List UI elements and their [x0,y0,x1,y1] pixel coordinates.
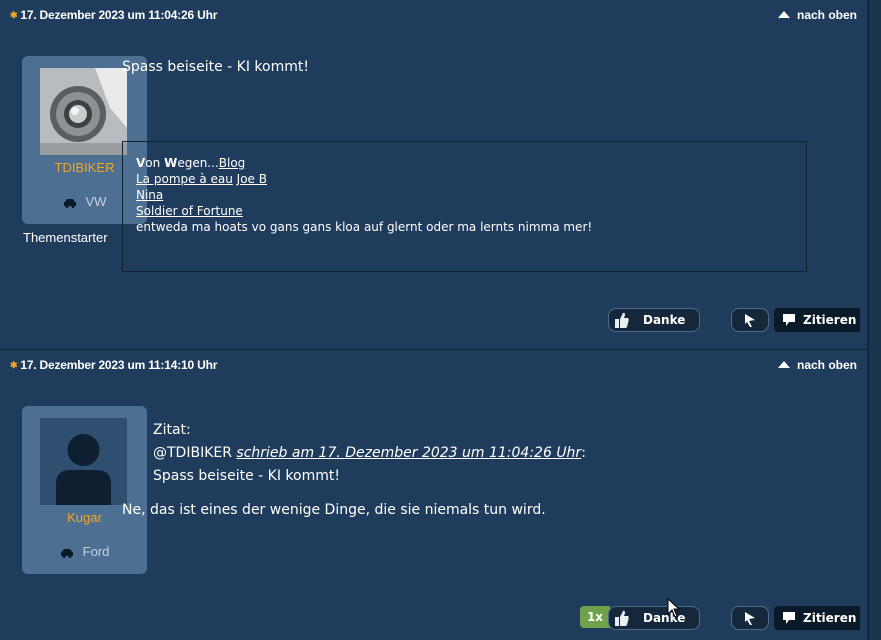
car-info: Ford [22,544,147,559]
quote-attribution: @TDIBIKER schrieb am 17. Dezember 2023 u… [153,445,586,461]
post-message: Spass beiseite - KI kommt! [122,59,309,75]
danke-button[interactable]: Danke [608,606,700,630]
post-date: ✱ 17. Dezember 2023 um 11:04:26 Uhr [10,8,218,22]
post-message: Ne, das ist eines der wenige Dinge, die … [122,502,546,518]
thread-starter-label: Themenstarter [23,230,108,245]
arrow-up-icon [777,361,790,368]
signature-line: Von Wegen...Blog [136,156,246,170]
signature-link[interactable]: Blog [219,156,246,170]
speech-bubble-icon [783,612,795,624]
car-icon [63,198,76,208]
star-icon: ✱ [10,10,18,20]
back-to-top-link[interactable]: nach oben [777,358,857,372]
signature-text: entweda ma hoats vo gans gans kloa auf g… [136,220,593,234]
post-date: ✱ 17. Dezember 2023 um 11:14:10 Uhr [10,358,218,372]
mention-link[interactable]: @TDIBIKER [153,445,232,461]
thumbs-up-icon [615,610,629,626]
user-card: Kugar Ford [22,406,147,574]
avatar[interactable] [40,68,127,155]
signature-link[interactable]: Joe B [237,172,267,186]
speech-bubble-icon [783,314,795,326]
signature-line: La pompe à eau Joe B [136,172,267,186]
scrollbar[interactable] [867,0,881,640]
car-icon [60,548,73,558]
signature: Von Wegen...Blog La pompe à eau Joe B Ni… [122,141,807,272]
quote-label: Zitat: [153,422,191,438]
mouse-cursor-icon [667,598,681,618]
thanks-count-badge: 1x [580,606,610,628]
arrow-up-icon [777,11,790,18]
post: ✱ 17. Dezember 2023 um 11:14:10 Uhr nach … [0,350,869,640]
avatar[interactable] [40,418,127,505]
quote-button[interactable]: Zitieren [774,308,860,332]
post: ✱ 17. Dezember 2023 um 11:04:26 Uhr nach … [0,0,869,349]
back-to-top-link[interactable]: nach oben [777,8,857,22]
report-button[interactable] [731,606,769,630]
signature-link[interactable]: La pompe à eau [136,172,233,186]
quote-button[interactable]: Zitieren [774,606,860,630]
danke-button[interactable]: Danke [608,308,700,332]
signature-link[interactable]: Soldier of Fortune [136,204,243,218]
quote-source-link[interactable]: schrieb am 17. Dezember 2023 um 11:04:26… [236,445,581,461]
quoted-text: Spass beiseite - KI kommt! [153,468,340,484]
flag-icon [745,612,755,625]
flag-icon [745,314,755,327]
star-icon: ✱ [10,360,18,370]
report-button[interactable] [731,308,769,332]
thumbs-up-icon [615,312,629,328]
signature-link[interactable]: Nina [136,188,163,202]
